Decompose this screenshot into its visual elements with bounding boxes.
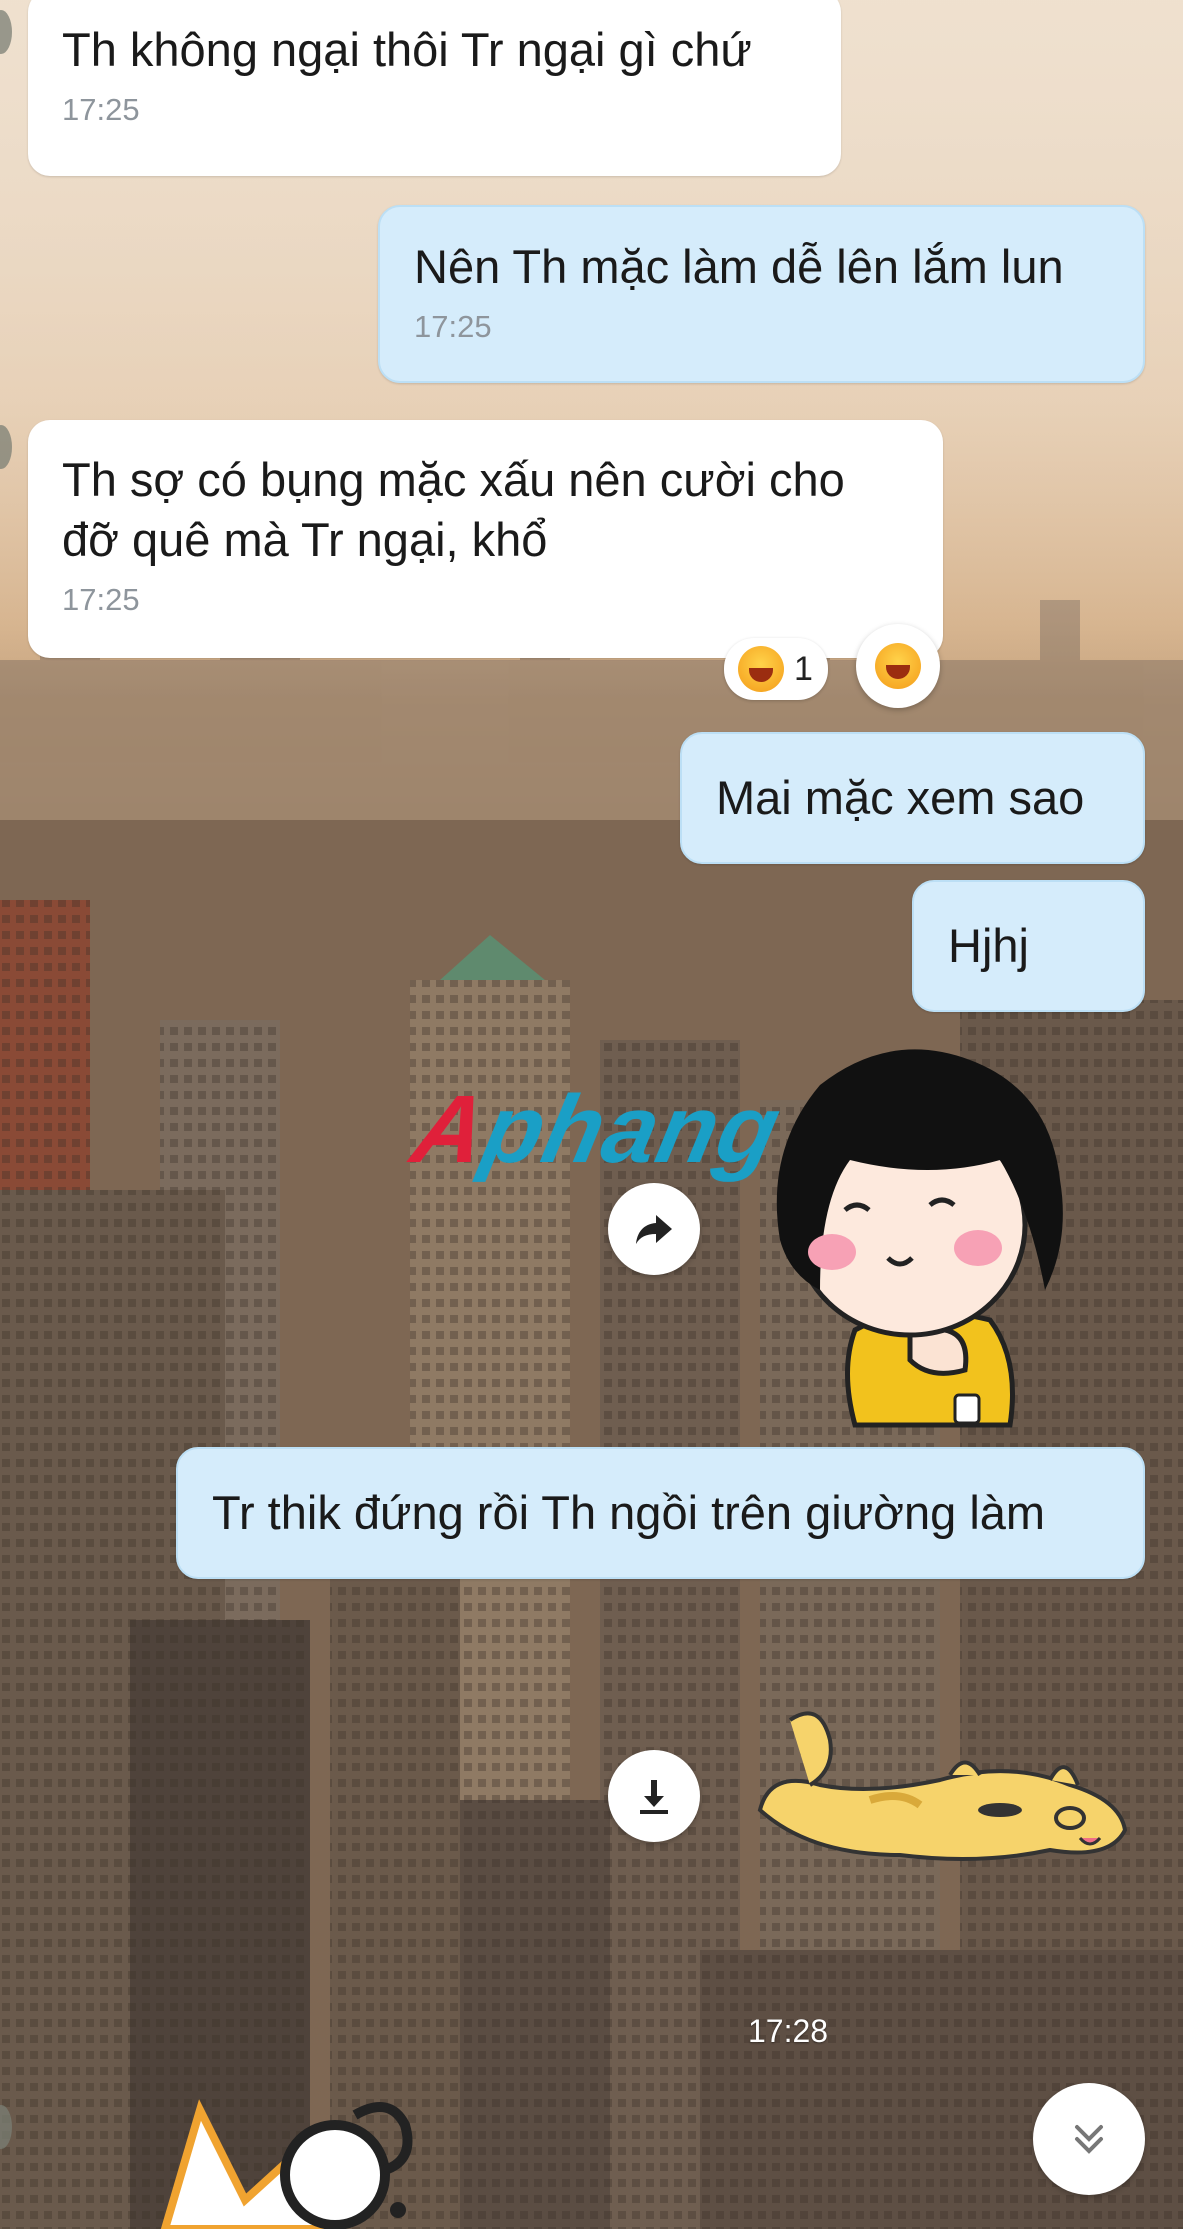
reaction-count: 1 [794, 649, 813, 688]
watermark-logo: Aphang [403, 1075, 790, 1185]
message-text: Tr thik đứng rồi Th ngồi trên giường làm [212, 1486, 1046, 1539]
reaction-count-badge[interactable]: 1 [724, 638, 828, 700]
message-text: Hjhj [948, 919, 1029, 972]
message-bubble-outgoing[interactable]: Mai mặc xem sao [680, 732, 1145, 864]
sticker-time: 17:28 [748, 2013, 829, 2049]
scroll-to-bottom-button[interactable] [1033, 2083, 1145, 2195]
laughing-emoji-icon [738, 646, 784, 692]
message-text: Nên Th mặc làm dễ lên lắm lun [414, 240, 1064, 293]
message-time: 17:25 [62, 92, 140, 127]
message-bubble-outgoing[interactable]: Tr thik đứng rồi Th ngồi trên giường làm [176, 1447, 1145, 1579]
laughing-emoji-icon [875, 643, 921, 689]
download-icon [640, 1780, 668, 1814]
forward-button[interactable] [608, 1183, 700, 1275]
forward-arrow-icon [636, 1215, 672, 1244]
message-bubble-outgoing[interactable]: Hjhj [912, 880, 1145, 1012]
message-bubble-incoming[interactable]: Th không ngại thôi Tr ngại gì chứ 17:25 [28, 0, 841, 176]
add-reaction-button[interactable] [856, 624, 940, 708]
message-text: Mai mặc xem sao [716, 771, 1085, 824]
double-chevron-down-icon [1075, 2125, 1103, 2154]
message-time: 17:25 [414, 309, 492, 344]
message-time: 17:25 [62, 582, 140, 617]
girl-sticker[interactable] [760, 1030, 1120, 1430]
message-bubble-incoming[interactable]: Th sợ có bụng mặc xấu nên cười cho đỡ qu… [28, 420, 943, 658]
cat-text-sticker[interactable] [150, 2090, 430, 2233]
cat-lying-sticker[interactable] [750, 1690, 1140, 1880]
message-text: Th sợ có bụng mặc xấu nên cười cho đỡ qu… [62, 453, 845, 566]
message-text: Th không ngại thôi Tr ngại gì chứ [62, 23, 752, 76]
download-button[interactable] [608, 1750, 700, 1842]
watermark-text: phang [474, 1076, 790, 1183]
message-bubble-outgoing[interactable]: Nên Th mặc làm dễ lên lắm lun 17:25 [378, 205, 1145, 383]
